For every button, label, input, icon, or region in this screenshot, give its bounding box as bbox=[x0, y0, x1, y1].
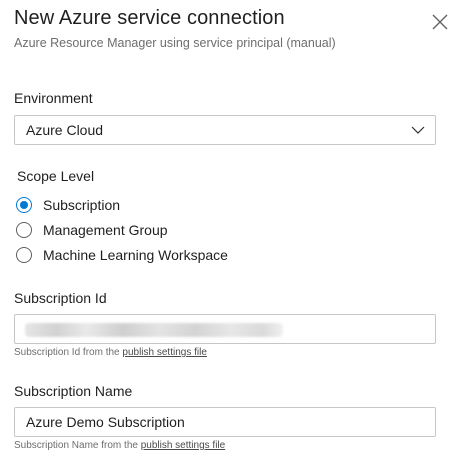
service-connection-panel: New Azure service connection Azure Resou… bbox=[0, 0, 456, 466]
panel-title: New Azure service connection bbox=[14, 7, 285, 29]
publish-settings-link[interactable]: publish settings file bbox=[122, 347, 207, 358]
scope-option-label: Machine Learning Workspace bbox=[43, 247, 228, 263]
scope-option-management-group[interactable]: Management Group bbox=[16, 220, 168, 240]
scope-option-label: Subscription bbox=[43, 197, 121, 213]
radio-button[interactable] bbox=[16, 247, 32, 263]
subscription-name-help: Subscription Name from the publish setti… bbox=[14, 440, 225, 451]
subscription-id-help: Subscription Id from the publish setting… bbox=[14, 347, 207, 358]
close-button[interactable] bbox=[426, 8, 454, 36]
help-text: Subscription Name from the bbox=[14, 440, 141, 451]
subscription-id-label: Subscription Id bbox=[14, 290, 107, 306]
subscription-name-input[interactable]: Azure Demo Subscription bbox=[14, 407, 436, 437]
environment-label: Environment bbox=[14, 90, 93, 106]
panel-subtitle: Azure Resource Manager using service pri… bbox=[14, 36, 336, 50]
scope-level-label: Scope Level bbox=[17, 168, 95, 184]
scope-option-ml-workspace[interactable]: Machine Learning Workspace bbox=[16, 245, 228, 265]
close-icon bbox=[432, 14, 448, 30]
radio-button-checked[interactable] bbox=[16, 197, 32, 213]
scope-option-label: Management Group bbox=[43, 222, 168, 238]
environment-selected-value: Azure Cloud bbox=[26, 122, 104, 138]
radio-button[interactable] bbox=[16, 222, 32, 238]
scope-option-subscription[interactable]: Subscription bbox=[16, 195, 120, 215]
help-text: Subscription Id from the bbox=[14, 347, 123, 358]
subscription-id-input[interactable] bbox=[14, 314, 436, 344]
subscription-name-label: Subscription Name bbox=[14, 383, 133, 399]
publish-settings-link[interactable]: publish settings file bbox=[141, 440, 226, 451]
subscription-name-value: Azure Demo Subscription bbox=[26, 414, 185, 430]
environment-dropdown[interactable]: Azure Cloud bbox=[14, 115, 436, 145]
chevron-down-icon bbox=[411, 126, 425, 134]
redacted-value bbox=[25, 323, 283, 337]
